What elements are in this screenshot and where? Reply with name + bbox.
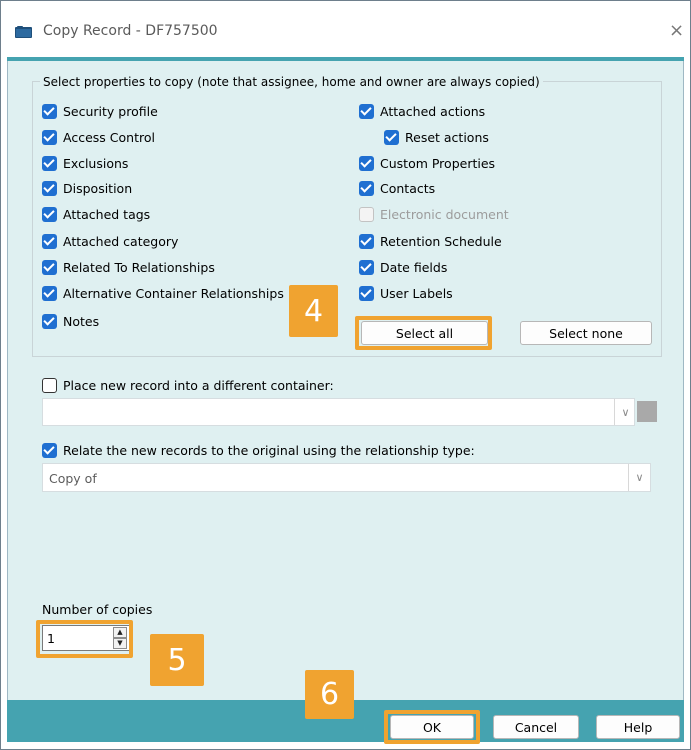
checkbox-checked-icon[interactable]: [42, 234, 57, 249]
checkbox-user-labels[interactable]: User Labels: [359, 286, 453, 301]
chevron-down-icon[interactable]: ∨: [614, 399, 636, 425]
checkbox-disposition[interactable]: Disposition: [42, 181, 132, 196]
select-none-button[interactable]: Select none: [520, 321, 652, 345]
checkbox-attached-actions[interactable]: Attached actions: [359, 104, 485, 119]
title-bar[interactable]: Copy Record - DF757500 ×: [1, 1, 690, 57]
checkbox-label: Place new record into a different contai…: [63, 378, 334, 393]
properties-group-legend: Select properties to copy (note that ass…: [40, 75, 543, 89]
checkbox-checked-icon[interactable]: [359, 260, 374, 275]
checkbox-label: Related To Relationships: [63, 260, 215, 275]
checkbox-label: Disposition: [63, 181, 133, 196]
checkbox-alternative-container-relationships[interactable]: Alternative Container Relationships: [42, 286, 284, 301]
checkbox-label: Access Control: [63, 130, 155, 145]
checkbox-relate-records[interactable]: Relate the new records to the original u…: [42, 443, 475, 458]
checkbox-disabled-icon: [359, 207, 374, 222]
checkbox-checked-icon[interactable]: [359, 181, 374, 196]
checkbox-unchecked-icon[interactable]: [42, 378, 57, 393]
checkbox-checked-icon[interactable]: [42, 260, 57, 275]
folder-icon: [15, 26, 32, 38]
checkbox-label: Attached category: [63, 234, 179, 249]
checkbox-electronic-document[interactable]: Electronic document: [359, 207, 509, 222]
checkbox-checked-icon[interactable]: [359, 156, 374, 171]
checkbox-attached-tags[interactable]: Attached tags: [42, 207, 150, 222]
ok-highlight: [384, 710, 480, 744]
checkbox-label: Notes: [63, 314, 100, 329]
checkbox-checked-icon[interactable]: [42, 130, 57, 145]
checkbox-checked-icon[interactable]: [359, 286, 374, 301]
checkbox-checked-icon[interactable]: [42, 181, 57, 196]
copies-highlight: [36, 620, 133, 658]
checkbox-label: Electronic document: [380, 207, 509, 222]
checkbox-date-fields[interactable]: Date fields: [359, 260, 447, 275]
select-all-highlight: [355, 316, 492, 350]
checkbox-checked-icon[interactable]: [384, 130, 399, 145]
checkbox-label: Custom Properties: [380, 156, 496, 171]
checkbox-checked-icon[interactable]: [42, 443, 57, 458]
checkbox-checked-icon[interactable]: [42, 156, 57, 171]
checkbox-label: Security profile: [63, 104, 158, 119]
relationship-type-value: Copy of: [49, 471, 97, 486]
checkbox-access-control[interactable]: Access Control: [42, 130, 155, 145]
checkbox-checked-icon[interactable]: [359, 104, 374, 119]
checkbox-label: Exclusions: [63, 156, 129, 171]
checkbox-retention-schedule[interactable]: Retention Schedule: [359, 234, 502, 249]
checkbox-checked-icon[interactable]: [359, 234, 374, 249]
checkbox-label: Alternative Container Relationships: [63, 286, 284, 301]
cancel-button[interactable]: Cancel: [493, 715, 579, 739]
checkbox-related-to-relationships[interactable]: Related To Relationships: [42, 260, 215, 275]
annotation-badge-4: 4: [289, 285, 338, 337]
container-browse-button[interactable]: [637, 401, 657, 422]
close-icon[interactable]: ×: [669, 20, 684, 41]
annotation-badge-6: 6: [305, 670, 354, 719]
checkbox-checked-icon[interactable]: [42, 104, 57, 119]
number-of-copies-label: Number of copies: [42, 602, 153, 617]
checkbox-label: Attached actions: [380, 104, 486, 119]
checkbox-custom-properties[interactable]: Custom Properties: [359, 156, 495, 171]
checkbox-notes[interactable]: Notes: [42, 314, 99, 329]
checkbox-label: Date fields: [380, 260, 448, 275]
annotation-badge-5: 5: [150, 634, 204, 686]
checkbox-label: Contacts: [380, 181, 436, 196]
checkbox-attached-category[interactable]: Attached category: [42, 234, 178, 249]
checkbox-label: Attached tags: [63, 207, 151, 222]
checkbox-contacts[interactable]: Contacts: [359, 181, 435, 196]
container-input[interactable]: ∨: [42, 398, 635, 426]
relationship-type-select[interactable]: Copy of ∨: [42, 463, 651, 492]
checkbox-label: Retention Schedule: [380, 234, 502, 249]
window-title: Copy Record - DF757500: [43, 23, 218, 39]
checkbox-different-container[interactable]: Place new record into a different contai…: [42, 378, 334, 393]
checkbox-label: User Labels: [380, 286, 453, 301]
checkbox-label: Reset actions: [405, 130, 489, 145]
chevron-down-icon[interactable]: ∨: [628, 464, 650, 491]
checkbox-exclusions[interactable]: Exclusions: [42, 156, 128, 171]
checkbox-label: Relate the new records to the original u…: [63, 443, 475, 458]
checkbox-security-profile[interactable]: Security profile: [42, 104, 158, 119]
help-button[interactable]: Help: [596, 715, 680, 739]
checkbox-checked-icon[interactable]: [42, 207, 57, 222]
checkbox-checked-icon[interactable]: [42, 314, 57, 329]
checkbox-reset-actions[interactable]: Reset actions: [384, 130, 489, 145]
header-accent-band: [7, 57, 684, 61]
checkbox-checked-icon[interactable]: [42, 286, 57, 301]
